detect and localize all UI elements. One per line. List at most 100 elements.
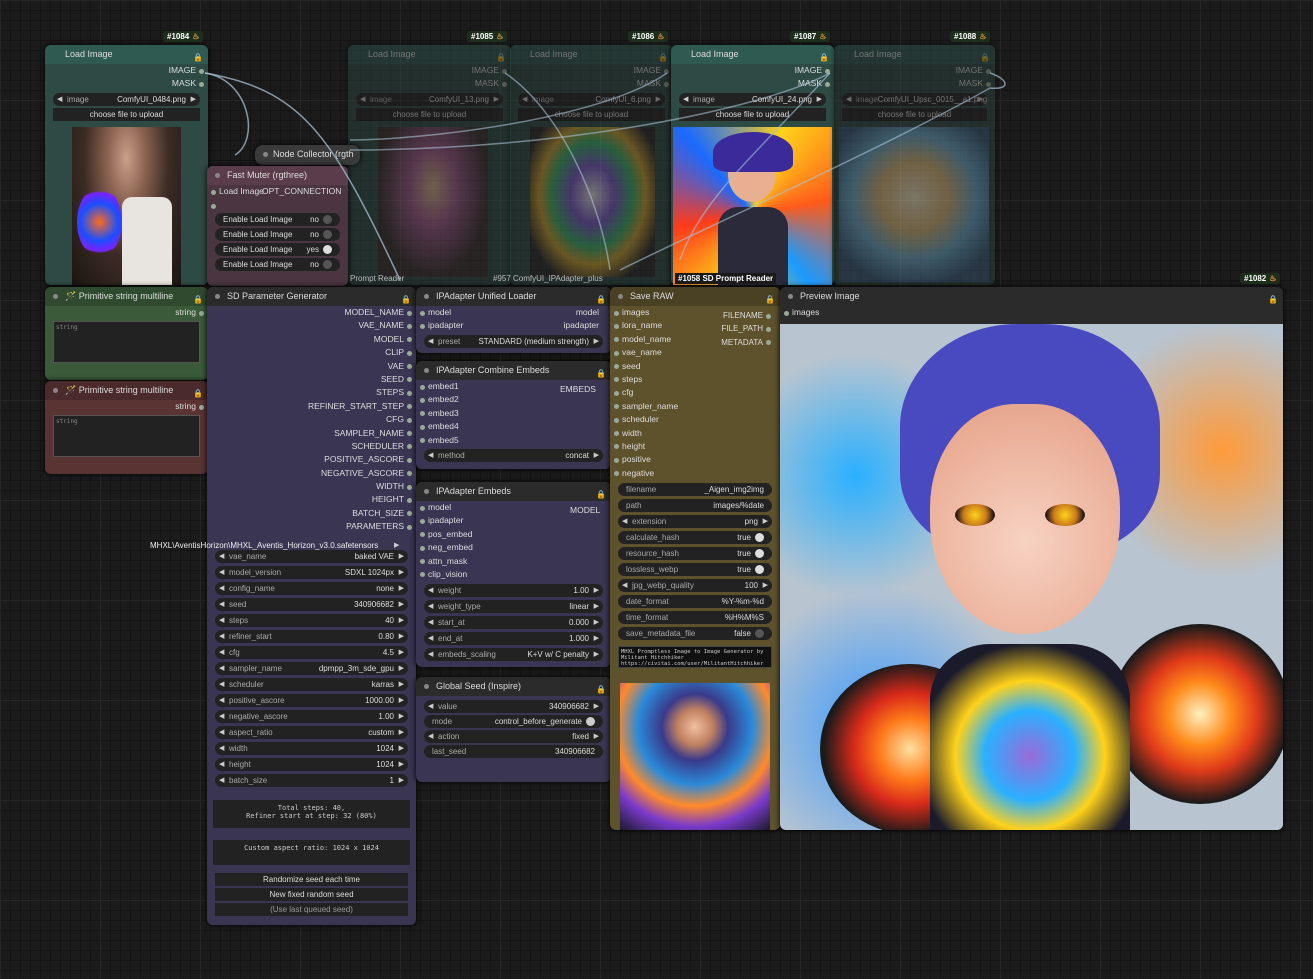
input-ipadapter[interactable]: ipadapter (416, 514, 611, 527)
load-image-node-1088[interactable]: Load Image🔒 IMAGE MASK imageComfyUI_Upsc… (834, 45, 995, 285)
output-mask[interactable]: MASK (671, 77, 834, 90)
preset-selector[interactable]: presetSTANDARD (medium strength) (424, 334, 603, 348)
input-embed3[interactable]: embed3 (416, 407, 611, 420)
checkpoint-arrow-icon[interactable]: ▶ (394, 541, 399, 549)
image-selector[interactable]: imageComfyUI_Upsc_0015__a1.png (842, 92, 987, 106)
input-sampler-name[interactable]: sampler_name (610, 400, 780, 413)
global-seed-node[interactable]: Global Seed (Inspire)🔒 value340906682 mo… (416, 677, 611, 782)
output-mask[interactable]: MASK (510, 77, 673, 90)
collapse-dot[interactable] (215, 294, 220, 299)
toggle-knob[interactable] (586, 717, 595, 727)
seed-value-widget[interactable]: value340906682 (424, 700, 603, 713)
output-file-path[interactable]: FILE_PATH (690, 322, 775, 335)
node-title[interactable]: Load Image 🔒 (45, 45, 208, 64)
input-neg-embed[interactable]: neg_embed (416, 541, 611, 554)
widget-sampler-name[interactable]: sampler_name dpmpp_3m_sde_gpu (215, 661, 408, 675)
node-title[interactable]: 🪄 Primitive string multiline 🔒 (45, 381, 208, 400)
widget-jpg-webp-quality[interactable]: jpg_webp_quality 100 (618, 579, 772, 593)
input-clip-vision[interactable]: clip_vision (416, 568, 611, 581)
output-image[interactable]: IMAGE (348, 64, 511, 77)
image-selector[interactable]: imageComfyUI_13.png (356, 92, 503, 106)
input-steps[interactable]: steps (610, 373, 780, 386)
toggle-enable-load-image[interactable]: Enable Load Image no (215, 213, 340, 226)
widget-refiner-start[interactable]: refiner_start 0.80 (215, 629, 408, 643)
method-selector[interactable]: methodconcat (424, 448, 603, 462)
output-seed[interactable]: SEED (207, 373, 416, 386)
input-images[interactable]: images (780, 306, 1283, 319)
widget-extension[interactable]: extension png (618, 515, 772, 529)
output-string[interactable]: string (45, 400, 208, 413)
input-embed4[interactable]: embed4 (416, 420, 611, 433)
input-scheduler[interactable]: scheduler (610, 413, 780, 426)
use-last-seed-button[interactable]: (Use last queued seed) (215, 902, 408, 916)
input-embed2[interactable]: embed2 (416, 393, 611, 406)
image-selector[interactable]: imageComfyUI_6.png (518, 92, 665, 106)
output-metadata[interactable]: METADATA (690, 336, 775, 349)
toggle-knob[interactable] (755, 533, 764, 543)
node-title[interactable]: Load Image 🔒 (671, 45, 834, 64)
input-empty-slot[interactable] (207, 199, 348, 211)
input-negative[interactable]: negative (610, 467, 780, 480)
output-vae[interactable]: VAE (207, 360, 416, 373)
widget-resource-hash[interactable]: resource_hash true (618, 547, 772, 561)
load-image-node-1086[interactable]: Load Image🔒 IMAGE MASK imageComfyUI_6.pn… (510, 45, 673, 285)
string-textarea[interactable]: string (53, 321, 200, 364)
node-title[interactable]: IPAdapter Embeds 🔒 (416, 482, 611, 501)
upload-button[interactable]: choose file to upload (53, 107, 200, 121)
node-title[interactable]: Load Image 🔒 (510, 45, 673, 64)
checkpoint-name-overflow[interactable]: MHXL\AventisHorizon\MHXL_Aventis_Horizon… (150, 541, 378, 550)
new-fixed-seed-button[interactable]: New fixed random seed (215, 887, 408, 901)
input-pos-embed[interactable]: pos_embed (416, 528, 611, 541)
widget-model-version[interactable]: model_version SDXL 1024px (215, 565, 408, 579)
node-title[interactable]: IPAdapter Unified Loader 🔒 (416, 287, 611, 306)
mode-toggle[interactable]: mode control_before_generate (424, 715, 603, 728)
widget-weight[interactable]: weight 1.00 (424, 584, 603, 598)
node-title[interactable]: Global Seed (Inspire) 🔒 (416, 677, 611, 696)
input-positive[interactable]: positive (610, 453, 780, 466)
output-model[interactable]: MODEL (570, 505, 600, 515)
upload-button[interactable]: choose file to upload (518, 107, 665, 121)
node-title[interactable]: Fast Muter (rgthree) (207, 166, 348, 185)
output-mask[interactable]: MASK (834, 77, 995, 90)
output-sampler-name[interactable]: SAMPLER_NAME (207, 427, 416, 440)
toggle-knob[interactable] (755, 629, 764, 639)
widget-date-format[interactable]: date_format %Y-%m-%d (618, 595, 772, 609)
widget-weight-type[interactable]: weight_type linear (424, 600, 603, 614)
toggle-enable-load-image[interactable]: Enable Load Image no (215, 228, 340, 241)
widget-cfg[interactable]: cfg 4.5 (215, 645, 408, 659)
node-title[interactable]: 🪄 Primitive string multiline 🔒 (45, 287, 208, 306)
last-seed-widget[interactable]: last_seed 340906682 (424, 745, 603, 758)
ipadapter-unified-loader-node[interactable]: IPAdapter Unified Loader 🔒 model model ipa… (416, 287, 611, 353)
widget-aspect-ratio[interactable]: aspect_ratio custom (215, 725, 408, 739)
widget-height[interactable]: height 1024 (215, 757, 408, 771)
collapse-dot[interactable] (424, 684, 429, 689)
output-mask[interactable]: MASK (45, 77, 208, 90)
node-title[interactable]: IPAdapter Combine Embeds 🔒 (416, 361, 611, 380)
toggle-knob[interactable] (755, 549, 764, 559)
input-model[interactable]: model model (416, 306, 611, 319)
action-selector[interactable]: actionfixed (424, 730, 603, 743)
input-attn-mask[interactable]: attn_mask (416, 555, 611, 568)
input-seed[interactable]: seed (610, 360, 780, 373)
collapse-dot[interactable] (618, 294, 623, 299)
output-mask[interactable]: MASK (348, 77, 511, 90)
output-refiner-start-step[interactable]: REFINER_START_STEP (207, 400, 416, 413)
node-title[interactable]: SD Parameter Generator 🔒 (207, 287, 416, 306)
widget-end-at[interactable]: end_at 1.000 (424, 632, 603, 646)
collapse-dot[interactable] (53, 388, 58, 393)
output-vae-name[interactable]: VAE_NAME (207, 319, 416, 332)
widget-batch-size[interactable]: batch_size 1 (215, 773, 408, 787)
output-clip[interactable]: CLIP (207, 346, 416, 359)
output-model-name[interactable]: MODEL_NAME (207, 306, 416, 319)
output-batch-size[interactable]: BATCH_SIZE (207, 507, 416, 520)
widget-lossless-webp[interactable]: lossless_webp true (618, 563, 772, 577)
widget-path[interactable]: path images/%date (618, 499, 772, 513)
node-title[interactable]: Load Image 🔒 (348, 45, 511, 64)
widget-negative-ascore[interactable]: negative_ascore 1.00 (215, 709, 408, 723)
widget-steps[interactable]: steps 40 (215, 613, 408, 627)
node-title[interactable]: Preview Image 🔒 (780, 287, 1283, 306)
widget-width[interactable]: width 1024 (215, 741, 408, 755)
output-image[interactable]: IMAGE (510, 64, 673, 77)
toggle-knob[interactable] (323, 230, 332, 240)
output-steps[interactable]: STEPS (207, 386, 416, 399)
